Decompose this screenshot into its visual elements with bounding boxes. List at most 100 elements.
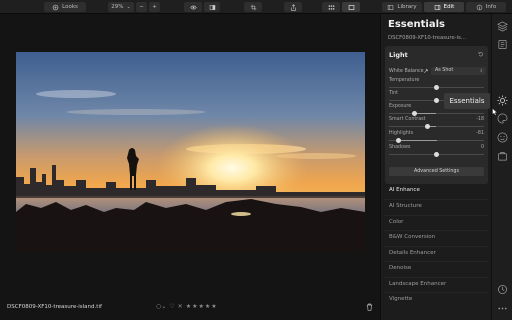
slider-temperature[interactable]: Temperature [389,78,484,92]
compare-icon [209,4,215,10]
professional-icon[interactable] [497,151,508,162]
star-rating[interactable]: ★★★★★ [186,303,218,310]
share-button[interactable] [284,2,302,12]
light-card: Light White Balance As Shot ⇕ Temperatur… [385,46,488,184]
tool-details-enhancer[interactable]: Details Enhancer [389,250,436,256]
chevron-updown-icon: ⇕ [479,68,483,73]
plus-icon: + [152,4,157,10]
compare-button[interactable] [204,2,220,12]
advanced-settings-button[interactable]: Advanced Settings [389,167,484,176]
minus-icon: − [139,4,144,10]
slider-knob[interactable] [434,152,439,157]
slider-label: Exposure [389,104,412,109]
grid-icon [328,4,334,10]
slider-track[interactable] [389,113,484,114]
share-icon [290,3,296,11]
slider-fill [398,140,437,141]
canvas-tools-icon[interactable] [497,39,508,50]
layers-icon[interactable] [497,21,508,32]
slider-knob[interactable] [425,124,431,129]
slider-label: Tint [389,91,399,96]
portrait-icon[interactable] [497,132,508,143]
essentials-tooltip: Essentials [444,93,490,109]
white-balance-value: As Shot [435,68,454,73]
panel-filename: DSCF0809-XF10-treasure-is... [388,35,466,41]
library-icon [388,4,394,10]
single-view-icon [348,4,354,10]
slider-highlights[interactable]: Highlights -81 [389,131,484,145]
eye-icon [189,5,197,9]
single-view-button[interactable] [342,2,360,12]
white-balance-label: White Balance [389,69,424,74]
app-window: Looks 29% ⌄ − + Library Edit Info DSCF08… [0,0,512,320]
info-icon [476,4,483,10]
zoom-dropdown[interactable]: 29% ⌄ [108,2,134,12]
slider-track[interactable] [389,126,484,127]
heart-icon[interactable]: ♡ [169,303,174,310]
zoom-in-button[interactable]: + [149,2,160,12]
tab-edit-label: Edit [443,4,455,10]
light-card-title: Light [389,51,408,59]
slider-shadows[interactable]: Shadows 0 [389,145,484,159]
slider-label: Shadows [389,145,411,150]
slider-label: Temperature [389,78,420,83]
more-icon[interactable] [497,303,508,314]
tool-divider [385,230,488,231]
crop-button[interactable] [244,2,262,12]
tab-info[interactable]: Info [466,2,506,12]
white-balance-select[interactable]: As Shot ⇕ [431,67,486,75]
white-balance-row: White Balance As Shot ⇕ [389,67,486,76]
tab-edit[interactable]: Edit [424,2,464,12]
preview-eye-button[interactable] [184,2,202,12]
history-icon[interactable] [497,284,508,295]
tab-library[interactable]: Library [382,2,422,12]
slider-knob[interactable] [412,111,418,116]
slider-knob[interactable] [396,138,401,143]
tool-divider [385,292,488,293]
tool-b-w-conversion[interactable]: B&W Conversion [389,234,435,240]
eyedropper-icon[interactable] [423,68,429,74]
image-filename: DSCF0809-XF10-treasure-island.tif [7,304,102,310]
tab-library-label: Library [397,4,417,10]
sunset-photo [16,52,365,252]
reject-icon[interactable]: ✕ [178,303,183,310]
chevron-down-icon: ⌄ [126,4,131,10]
top-toolbar: Looks 29% ⌄ − + Library Edit Info [0,0,512,14]
tool-divider [385,215,488,216]
tool-landscape-enhancer[interactable]: Landscape Enhancer [389,281,446,287]
sun-icon[interactable] [497,95,508,106]
slider-fill [414,113,437,114]
slider-value: -81 [476,131,484,136]
color-label-icon[interactable]: ○⌄ [156,303,166,310]
slider-label: Highlights [389,131,414,136]
tool-divider [385,277,488,278]
reset-icon[interactable] [478,51,484,57]
slider-knob[interactable] [434,98,439,103]
tab-info-label: Info [485,4,497,10]
tool-denoise[interactable]: Denoise [389,265,411,271]
looks-icon [52,4,59,10]
crop-icon [250,4,256,10]
photo-preview[interactable] [16,52,365,252]
zoom-value: 29% [111,4,124,10]
slider-knob[interactable] [434,85,439,90]
rating-bar: ○⌄ ♡ ✕ ★★★★★ [156,303,218,310]
tool-vignette[interactable]: Vignette [389,296,412,302]
mouse-pointer-icon [492,108,498,116]
tool-icon-rail [491,14,512,320]
palette-icon[interactable] [497,113,508,124]
slider-smart-contrast[interactable]: Smart Contrast -18 [389,117,484,131]
tool-ai-enhance[interactable]: AI Enhance [389,187,420,193]
zoom-out-button[interactable]: − [136,2,147,12]
tool-divider [385,261,488,262]
tool-divider [385,246,488,247]
trash-icon[interactable] [366,303,373,311]
slider-label: Smart Contrast [389,117,426,122]
slider-value: 0 [480,145,484,150]
tool-divider [385,199,488,200]
looks-label: Looks [62,4,78,10]
tool-color[interactable]: Color [389,219,403,225]
looks-button[interactable]: Looks [44,2,86,12]
tool-ai-structure[interactable]: AI Structure [389,203,422,209]
grid-view-button[interactable] [322,2,340,12]
